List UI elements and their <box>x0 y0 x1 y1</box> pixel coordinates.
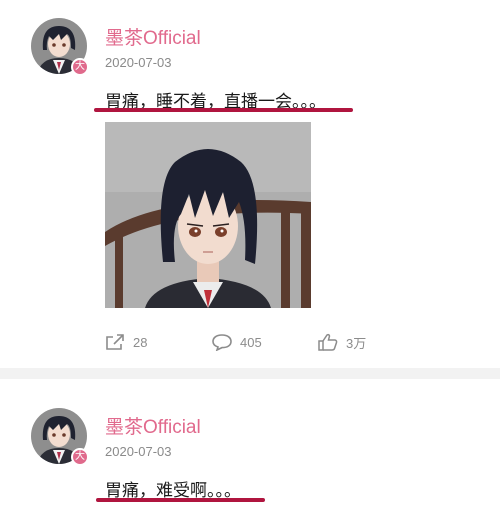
highlight-underline <box>94 108 353 112</box>
share-button[interactable]: 28 <box>105 330 147 354</box>
post-card: 大 墨茶Official 2020-07-03 胃痛，睡不着，直播一会。。。 2… <box>0 0 500 368</box>
verified-badge: 大 <box>71 58 89 76</box>
post-card: 大 墨茶Official 2020-07-03 胃痛，难受啊。。。 <box>0 379 500 509</box>
post-date: 2020-07-03 <box>105 55 172 70</box>
comment-icon <box>212 333 232 351</box>
verified-badge: 大 <box>71 448 89 466</box>
action-bar: 28 405 3万 <box>0 330 500 354</box>
like-icon <box>318 333 338 351</box>
post-date: 2020-07-03 <box>105 444 172 459</box>
comment-button[interactable]: 405 <box>212 330 262 354</box>
post-image[interactable] <box>105 122 311 308</box>
like-count: 3万 <box>346 335 367 351</box>
username[interactable]: 墨茶Official <box>105 23 201 50</box>
username[interactable]: 墨茶Official <box>105 412 201 439</box>
share-count: 28 <box>133 334 148 350</box>
avatar[interactable]: 大 <box>31 18 89 76</box>
highlight-underline <box>96 498 265 502</box>
comment-count: 405 <box>240 334 262 350</box>
share-icon <box>105 333 125 351</box>
like-button[interactable]: 3万 <box>318 330 366 354</box>
avatar[interactable]: 大 <box>31 408 89 466</box>
